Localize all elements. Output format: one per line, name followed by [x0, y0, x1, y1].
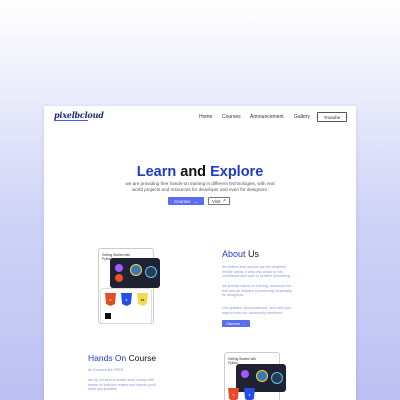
about-title: About Us: [222, 249, 259, 259]
brain-icon: [271, 372, 283, 384]
nav-home-link[interactable]: Home: [199, 114, 212, 120]
visit-button[interactable]: Visit ↗: [208, 197, 230, 205]
hands-on-title-course: Course: [126, 353, 157, 363]
about-title-us: Us: [245, 249, 260, 259]
hero-title: Learn and Explore: [44, 164, 356, 180]
nav-announcement-link[interactable]: Announcement: [250, 114, 284, 120]
youtube-button[interactable]: Youtube: [317, 112, 347, 122]
visit-button-label: Visit: [212, 198, 221, 204]
nav-gallery-link[interactable]: Gallery: [294, 114, 310, 120]
figma-icon: [241, 370, 249, 378]
about-paragraph-1: we believe that anyone can be whatever h…: [222, 265, 291, 279]
js-icon: JS: [137, 293, 148, 306]
arrow-right-icon: →: [242, 321, 246, 326]
figma-icon-lower: [115, 274, 123, 282]
hands-on-title-hands: Hands On: [88, 353, 127, 363]
navbar: pixelbcloud Home Courses Announcement Ga…: [44, 106, 356, 128]
about-paragraph-2: we provide hands-on training, resources …: [222, 284, 292, 298]
html5-icon: 5: [228, 388, 239, 400]
hero-title-explore: Explore: [210, 164, 264, 180]
hero-title-learn: Learn: [136, 164, 177, 180]
external-link-icon: ↗: [222, 198, 226, 203]
nav-courses-link[interactable]: Courses: [222, 114, 241, 120]
discover-button-label: Discover: [226, 321, 241, 326]
brand-logo[interactable]: pixelbcloud: [54, 110, 104, 120]
python-icon: [130, 264, 142, 276]
python-icon: [256, 370, 268, 382]
hands-on-paragraph-2: we try our best to create such course wi…: [88, 378, 157, 392]
css3-icon: 3: [244, 388, 255, 400]
tech-logos-card: 5 3 JS: [100, 288, 152, 324]
course-illustration-2: Getting Started with Python 5 3: [224, 352, 318, 400]
code-card: [110, 258, 160, 288]
brain-icon: [145, 266, 157, 278]
css3-icon: 3: [121, 293, 132, 306]
html5-icon: 5: [105, 293, 116, 306]
about-title-about: About: [222, 249, 246, 259]
logo-underline: [54, 120, 88, 121]
courses-button-label: Courses: [174, 198, 191, 204]
figma-badge-icon: [105, 313, 111, 319]
code-card-2: [236, 364, 286, 392]
arrow-right-icon: →: [193, 198, 198, 204]
figma-icon: [115, 264, 123, 272]
discover-button[interactable]: Discover →: [222, 320, 250, 327]
hero-title-and: and: [176, 164, 211, 180]
about-paragraph-3: Get updates, announcement, and roles you…: [222, 306, 291, 315]
hands-on-paragraph-1: All Courses are FREE: [88, 368, 124, 372]
hero-subtitle: we are providing free hands-on training …: [125, 181, 275, 192]
website-window: pixelbcloud Home Courses Announcement Ga…: [44, 106, 356, 400]
courses-button[interactable]: Courses →: [168, 197, 204, 205]
hands-on-title: Hands On Course: [88, 353, 156, 363]
course-illustration: Getting Started with Python 5 3 JS: [98, 248, 192, 326]
